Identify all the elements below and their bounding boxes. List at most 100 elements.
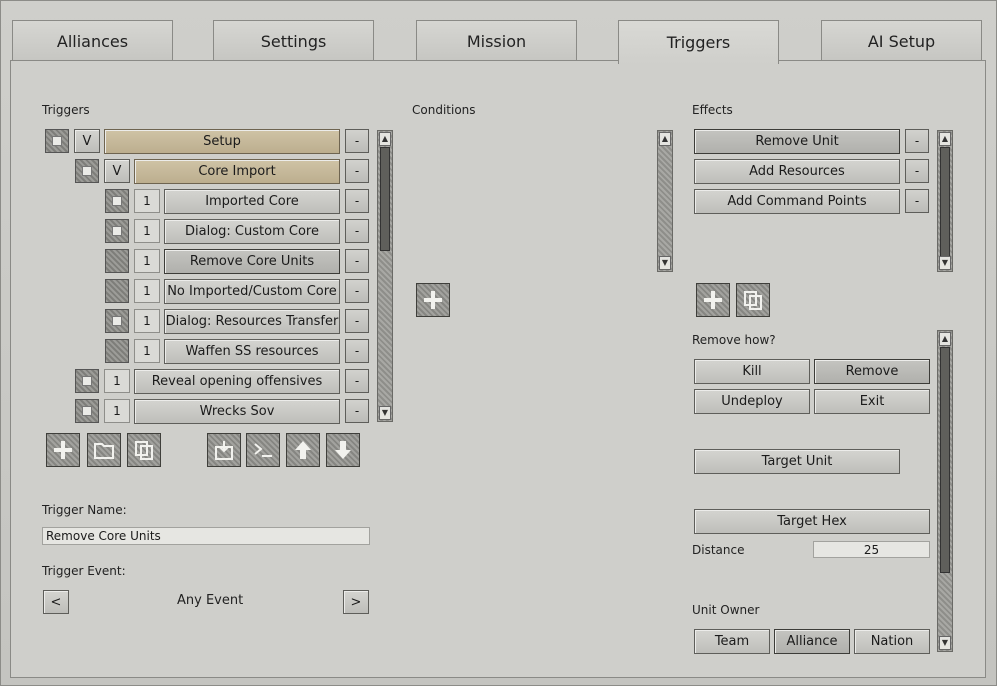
conditions-scrollbar[interactable]: ▲ ▼ <box>657 130 673 272</box>
trigger-enable-checkbox[interactable] <box>105 339 129 363</box>
trigger-row[interactable]: Imported Core <box>164 189 340 214</box>
tab-label: Mission <box>466 31 527 51</box>
trigger-enable-checkbox[interactable] <box>105 249 129 273</box>
trigger-remove-button[interactable]: - <box>345 219 369 243</box>
owner-team-option[interactable]: Team <box>694 629 770 654</box>
effect-remove-button[interactable]: - <box>905 129 929 153</box>
tab-mission[interactable]: Mission <box>416 20 577 61</box>
scroll-down-icon[interactable]: ▼ <box>379 406 391 420</box>
scroll-down-icon[interactable]: ▼ <box>939 256 951 270</box>
scroll-thumb[interactable] <box>940 347 950 573</box>
scroll-up-icon[interactable]: ▲ <box>939 132 951 146</box>
trigger-count: 1 <box>134 189 160 213</box>
remove-how-label: Remove how? <box>692 333 776 347</box>
trigger-remove-button[interactable]: - <box>345 369 369 393</box>
trigger-enable-checkbox[interactable] <box>105 189 129 213</box>
trigger-remove-button[interactable]: - <box>345 159 369 183</box>
effect-detail-scrollbar[interactable]: ▲ ▼ <box>937 330 953 652</box>
effect-remove-button[interactable]: - <box>905 159 929 183</box>
trigger-row[interactable]: Reveal opening offensives <box>134 369 340 394</box>
trigger-enable-checkbox[interactable] <box>75 369 99 393</box>
trigger-remove-button[interactable]: - <box>345 189 369 213</box>
trigger-enable-checkbox[interactable] <box>105 279 129 303</box>
plus-icon <box>704 291 722 309</box>
scroll-thumb[interactable] <box>380 147 390 251</box>
triggers-header: Triggers <box>42 103 90 117</box>
tab-triggers[interactable]: Triggers <box>618 20 779 64</box>
trigger-expand-toggle[interactable]: V <box>74 129 100 153</box>
trigger-name-label: Trigger Name: <box>42 503 127 517</box>
scroll-up-icon[interactable]: ▲ <box>379 132 391 146</box>
scroll-up-icon[interactable]: ▲ <box>659 132 671 146</box>
trigger-row[interactable]: Waffen SS resources <box>164 339 340 364</box>
trigger-count: 1 <box>134 279 160 303</box>
trigger-row-setup[interactable]: Setup <box>104 129 340 154</box>
trigger-row[interactable]: No Imported/Custom Core <box>164 279 340 304</box>
plus-icon <box>54 441 72 459</box>
target-unit-button[interactable]: Target Unit <box>694 449 900 474</box>
tab-alliances[interactable]: Alliances <box>12 20 173 61</box>
triggers-scrollbar[interactable]: ▲ ▼ <box>377 130 393 422</box>
trigger-count: 1 <box>134 219 160 243</box>
trigger-remove-button[interactable]: - <box>345 339 369 363</box>
owner-nation-option[interactable]: Nation <box>854 629 930 654</box>
console-button[interactable] <box>246 433 280 467</box>
owner-alliance-option-selected[interactable]: Alliance <box>774 629 850 654</box>
copy-trigger-button[interactable] <box>127 433 161 467</box>
scroll-thumb[interactable] <box>940 147 950 257</box>
add-effect-button[interactable] <box>696 283 730 317</box>
remove-option-selected[interactable]: Remove <box>814 359 930 384</box>
trigger-row[interactable]: Dialog: Resources Transfer <box>164 309 340 334</box>
scroll-down-icon[interactable]: ▼ <box>939 636 951 650</box>
trigger-enable-checkbox[interactable] <box>45 129 69 153</box>
tab-label: AI Setup <box>867 31 936 51</box>
trigger-row-core-import[interactable]: Core Import <box>134 159 340 184</box>
target-hex-button[interactable]: Target Hex <box>694 509 930 534</box>
effect-row[interactable]: Add Resources <box>694 159 900 184</box>
tab-settings[interactable]: Settings <box>213 20 374 61</box>
undeploy-option[interactable]: Undeploy <box>694 389 810 414</box>
tab-label: Settings <box>260 31 327 51</box>
unit-owner-label: Unit Owner <box>692 603 760 617</box>
tab-ai-setup[interactable]: AI Setup <box>821 20 982 61</box>
trigger-remove-button[interactable]: - <box>345 249 369 273</box>
trigger-remove-button[interactable]: - <box>345 399 369 423</box>
move-up-button[interactable] <box>286 433 320 467</box>
copy-icon <box>135 441 153 460</box>
copy-effect-button[interactable] <box>736 283 770 317</box>
trigger-remove-button[interactable]: - <box>345 129 369 153</box>
trigger-enable-checkbox[interactable] <box>75 399 99 423</box>
scroll-down-icon[interactable]: ▼ <box>659 256 671 270</box>
add-folder-button[interactable] <box>87 433 121 467</box>
move-down-button[interactable] <box>326 433 360 467</box>
add-trigger-button[interactable] <box>46 433 80 467</box>
trigger-remove-button[interactable]: - <box>345 309 369 333</box>
console-icon <box>254 443 272 457</box>
effects-scrollbar[interactable]: ▲ ▼ <box>937 130 953 272</box>
trigger-row[interactable]: Wrecks Sov <box>134 399 340 424</box>
add-condition-button[interactable] <box>416 283 450 317</box>
event-prev-button[interactable]: < <box>43 590 69 614</box>
folder-icon <box>94 443 114 459</box>
trigger-event-value: Any Event <box>177 593 244 608</box>
trigger-row-selected[interactable]: Remove Core Units <box>164 249 340 274</box>
scroll-up-icon[interactable]: ▲ <box>939 332 951 346</box>
distance-input[interactable]: 25 <box>813 541 930 558</box>
arrow-up-icon <box>295 441 311 459</box>
event-next-button[interactable]: > <box>343 590 369 614</box>
trigger-expand-toggle[interactable]: V <box>104 159 130 183</box>
trigger-enable-checkbox[interactable] <box>75 159 99 183</box>
trigger-row[interactable]: Dialog: Custom Core <box>164 219 340 244</box>
trigger-count: 1 <box>134 339 160 363</box>
trigger-enable-checkbox[interactable] <box>105 309 129 333</box>
kill-option[interactable]: Kill <box>694 359 810 384</box>
trigger-remove-button[interactable]: - <box>345 279 369 303</box>
effect-row-selected[interactable]: Remove Unit <box>694 129 900 154</box>
exit-option[interactable]: Exit <box>814 389 930 414</box>
trigger-name-input[interactable]: Remove Core Units <box>42 527 370 545</box>
effect-remove-button[interactable]: - <box>905 189 929 213</box>
effect-row[interactable]: Add Command Points <box>694 189 900 214</box>
trigger-enable-checkbox[interactable] <box>105 219 129 243</box>
import-trigger-button[interactable] <box>207 433 241 467</box>
distance-label: Distance <box>692 543 745 557</box>
